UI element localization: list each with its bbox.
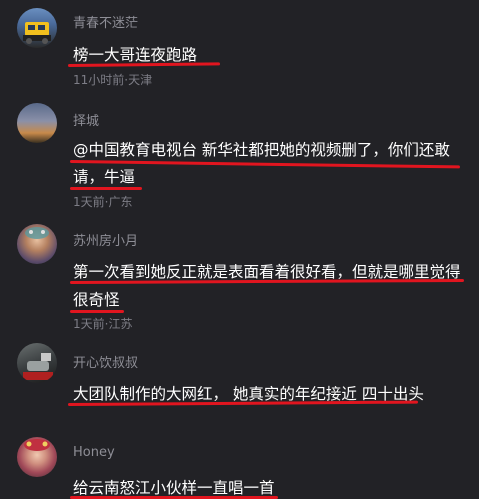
annotation-underline — [67, 62, 221, 67]
avatar[interactable] — [17, 343, 57, 383]
username[interactable]: 苏州房小月 — [73, 230, 138, 249]
annotation-underline — [70, 310, 124, 313]
comment-meta: 1天前·广东 — [73, 195, 133, 209]
comment-item: 苏州房小月 第一次看到她反正就是表面看着很好看，但就是哪里觉得 很奇怪 1天前·… — [0, 218, 479, 340]
annotation-underline — [69, 278, 465, 284]
avatar[interactable] — [17, 8, 57, 48]
avatar[interactable] — [17, 103, 57, 143]
comment-text: 榜一大哥连夜跑路 — [73, 46, 198, 64]
comment-meta: 1天前·江苏 — [73, 317, 133, 331]
comment-item: 青春不迷茫 榜一大哥连夜跑路 11小时前·天津 — [0, 0, 479, 90]
comment-meta: 11小时前·天津 — [73, 73, 153, 87]
comment-text: 请，牛逼 — [73, 168, 136, 186]
avatar[interactable] — [17, 224, 57, 264]
username[interactable]: Honey — [73, 445, 115, 460]
annotation-underline — [70, 187, 142, 190]
avatar[interactable] — [17, 437, 57, 477]
comment-text: 很奇怪 — [73, 291, 120, 309]
username[interactable]: 开心饮叔叔 — [73, 352, 138, 371]
comment-text: @中国教育电视台 新华社都把她的视频删了，你们还敢 — [73, 141, 450, 159]
comment-item: 开心饮叔叔 大团队制作的大网红， 她真实的年纪接近 四十出头 — [0, 340, 479, 435]
comment-item: 择城 @中国教育电视台 新华社都把她的视频删了，你们还敢 请，牛逼 1天前·广东 — [0, 98, 479, 218]
comment-text: 给云南怒江小伙样一直唱一首 — [73, 479, 275, 497]
comment-item: Honey 给云南怒江小伙样一直唱一首 — [0, 435, 479, 499]
username[interactable]: 青春不迷茫 — [73, 12, 138, 31]
username[interactable]: 择城 — [73, 110, 99, 129]
